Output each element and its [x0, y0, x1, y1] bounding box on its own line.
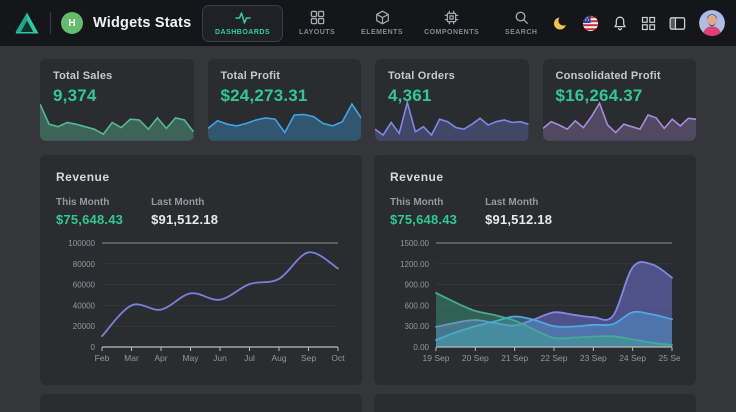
notifications-bell-icon[interactable]: [612, 15, 628, 32]
svg-text:80000: 80000: [73, 260, 96, 269]
grid-layout-icon: [310, 10, 325, 25]
this-month-value: $75,648.43: [390, 212, 457, 227]
stat-card-total-orders: Total Orders 4,361: [375, 59, 529, 141]
revenue-daily-area-chart: 0.00 300.00 600.00 900.00 1200.00 1500.00 19 S…: [390, 235, 680, 367]
total-orders-sparkline: [375, 97, 529, 141]
nav-item-layouts[interactable]: LAYOUTS: [286, 4, 348, 42]
card-title: Revenue: [390, 170, 680, 184]
revenue-card-monthly: Revenue This Month $75,648.43 Last Month…: [40, 155, 362, 385]
svg-text:20 Sep: 20 Sep: [462, 353, 489, 363]
this-month-block: This Month $75,648.43: [56, 197, 123, 227]
search-icon: [514, 10, 529, 25]
svg-text:100000: 100000: [68, 239, 95, 248]
last-month-block: Last Month $91,512.18: [151, 197, 218, 227]
nav-item-elements[interactable]: ELEMENTS: [351, 4, 413, 42]
last-month-block: Last Month $91,512.18: [485, 197, 552, 227]
this-month-label: This Month: [390, 197, 457, 208]
revenue-monthly-line-chart: 0 20000 40000 60000 80000 100000 Feb Mar Apr May J…: [56, 235, 346, 367]
revenue-cards-row: Revenue This Month $75,648.43 Last Month…: [40, 155, 696, 385]
stat-label: Total Orders: [388, 70, 516, 82]
dashboard-content: Total Sales 9,374 Total Profit $24,273.3…: [0, 59, 736, 412]
svg-text:Jun: Jun: [213, 353, 227, 363]
total-sales-sparkline: [40, 97, 194, 141]
stat-card-total-sales: Total Sales 9,374: [40, 59, 194, 141]
nav-label: LAYOUTS: [299, 29, 335, 36]
svg-text:20000: 20000: [73, 322, 96, 331]
svg-text:19 Sep: 19 Sep: [423, 353, 450, 363]
activity-icon: [235, 11, 251, 25]
card-title: Revenue: [56, 170, 346, 184]
stat-cards-row: Total Sales 9,374 Total Profit $24,273.3…: [40, 59, 696, 141]
top-navigation-bar: H Widgets Stats DASHBOARDS LAYOUTS ELEME…: [0, 0, 736, 46]
card-stub: [374, 394, 696, 412]
svg-text:1200.00: 1200.00: [400, 260, 429, 269]
page-title: Widgets Stats: [93, 15, 191, 31]
this-month-block: This Month $75,648.43: [390, 197, 457, 227]
last-month-label: Last Month: [485, 197, 552, 208]
language-us-flag-icon[interactable]: [582, 15, 599, 32]
svg-text:24 Sep: 24 Sep: [619, 353, 646, 363]
svg-text:Mar: Mar: [124, 353, 139, 363]
last-month-label: Last Month: [151, 197, 218, 208]
cube-box-icon: [375, 10, 390, 25]
svg-text:900.00: 900.00: [405, 281, 430, 290]
workspace-badge[interactable]: H: [61, 12, 83, 34]
user-avatar[interactable]: [699, 10, 725, 36]
stat-label: Total Sales: [53, 70, 181, 82]
svg-text:1500.00: 1500.00: [400, 239, 429, 248]
nav-label: DASHBOARDS: [215, 29, 270, 36]
svg-text:300.00: 300.00: [405, 322, 430, 331]
svg-text:Aug: Aug: [271, 353, 286, 363]
svg-text:22 Sep: 22 Sep: [541, 353, 568, 363]
cpu-chip-icon: [444, 10, 459, 25]
header-divider: [50, 12, 51, 34]
stat-card-total-profit: Total Profit $24,273.31: [208, 59, 362, 141]
last-month-value: $91,512.18: [485, 212, 552, 227]
svg-text:Sep: Sep: [301, 353, 316, 363]
revenue-card-daily: Revenue This Month $75,648.43 Last Month…: [374, 155, 696, 385]
svg-text:0: 0: [91, 343, 96, 352]
nav-item-dashboards[interactable]: DASHBOARDS: [202, 5, 283, 42]
this-month-label: This Month: [56, 197, 123, 208]
card-stub: [40, 394, 362, 412]
svg-text:0.00: 0.00: [413, 343, 429, 352]
consolidated-profit-sparkline: [543, 97, 697, 141]
sidebar-toggle-icon[interactable]: [669, 16, 686, 31]
apps-grid-icon[interactable]: [641, 16, 656, 31]
brand: H Widgets Stats: [14, 11, 202, 35]
svg-text:600.00: 600.00: [405, 301, 430, 310]
theme-toggle-moon-icon[interactable]: [552, 15, 569, 32]
svg-text:60000: 60000: [73, 281, 96, 290]
svg-text:Apr: Apr: [154, 353, 167, 363]
this-month-value: $75,648.43: [56, 212, 123, 227]
nav-label: COMPONENTS: [424, 29, 479, 36]
svg-text:Feb: Feb: [95, 353, 110, 363]
main-nav: DASHBOARDS LAYOUTS ELEMENTS COMPONENTS S…: [202, 4, 552, 42]
svg-text:23 Sep: 23 Sep: [580, 353, 607, 363]
svg-text:25 Sep: 25 Sep: [659, 353, 680, 363]
nav-item-components[interactable]: COMPONENTS: [416, 4, 487, 42]
last-month-value: $91,512.18: [151, 212, 218, 227]
nav-label: SEARCH: [505, 29, 538, 36]
header-actions: [552, 10, 729, 36]
svg-text:40000: 40000: [73, 301, 96, 310]
total-profit-sparkline: [208, 97, 362, 141]
app-logo-icon[interactable]: [14, 11, 40, 35]
svg-text:May: May: [182, 353, 199, 363]
stat-label: Consolidated Profit: [556, 70, 684, 82]
nav-label: ELEMENTS: [361, 29, 403, 36]
stat-card-consolidated-profit: Consolidated Profit $16,264.37: [543, 59, 697, 141]
revenue-summary: This Month $75,648.43 Last Month $91,512…: [56, 197, 346, 227]
stat-label: Total Profit: [221, 70, 349, 82]
nav-item-search[interactable]: SEARCH: [490, 4, 552, 42]
svg-text:Jul: Jul: [244, 353, 255, 363]
svg-text:21 Sep: 21 Sep: [501, 353, 528, 363]
svg-text:Oct: Oct: [331, 353, 345, 363]
revenue-summary: This Month $75,648.43 Last Month $91,512…: [390, 197, 680, 227]
next-cards-row-partial: [40, 394, 696, 412]
